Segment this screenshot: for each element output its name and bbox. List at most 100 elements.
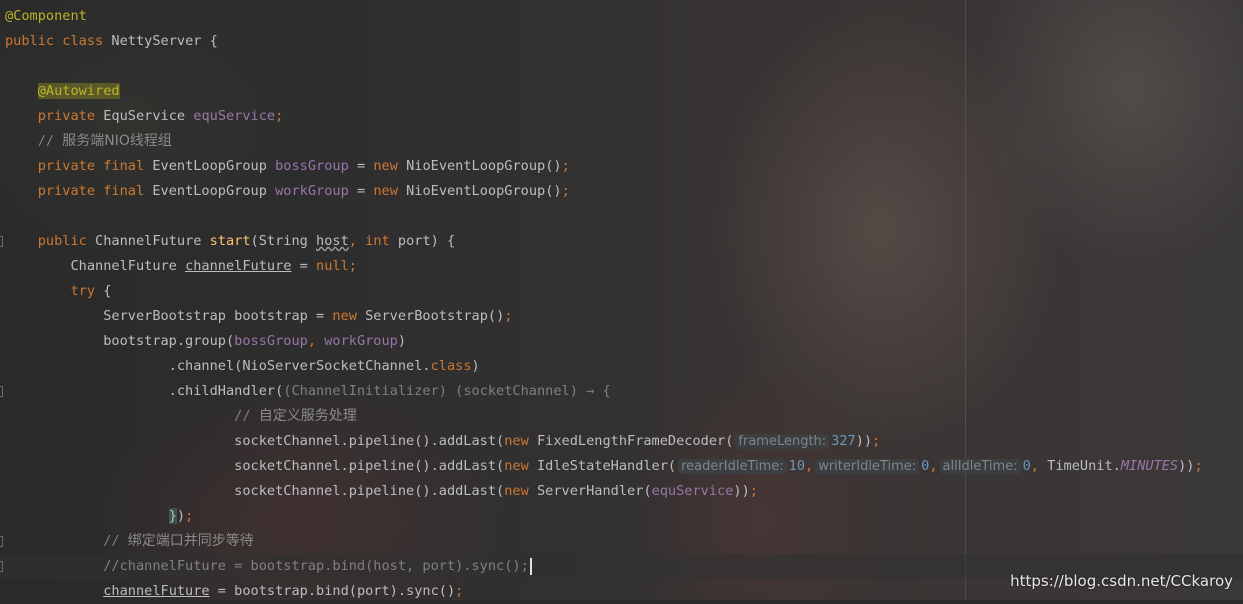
code-token: , — [348, 233, 366, 249]
code-line[interactable]: private final EventLoopGroup workGroup =… — [0, 179, 1243, 204]
code-token: 10 — [788, 458, 806, 474]
code-token: ; — [561, 158, 570, 174]
fold-marker-icon[interactable] — [0, 536, 3, 547]
code-token: IdleStateHandler( — [536, 458, 677, 474]
code-token: = bootstrap.bind(port).sync() — [209, 583, 456, 599]
parameter-hint: readerIdleTime: — [678, 459, 787, 474]
code-token: start — [209, 233, 251, 249]
code-token: int — [365, 233, 398, 249]
code-line[interactable]: // 绑定端口并同步等待 — [0, 529, 1243, 554]
text-caret — [529, 557, 532, 575]
code-token: null — [316, 258, 349, 274]
code-token: (ChannelInitializer) (socketChannel) → { — [283, 383, 611, 399]
code-token: EventLoopGroup — [152, 158, 276, 174]
code-token: new — [332, 308, 366, 324]
code-token: bossGroup — [275, 158, 349, 174]
code-token: ) — [471, 358, 480, 374]
code-token: ; — [872, 433, 881, 449]
parameter-hint: writerIdleTime: — [815, 459, 920, 474]
code-token: )) — [1178, 458, 1195, 474]
code-token: workGroup — [324, 333, 398, 349]
code-token: @Component — [5, 8, 87, 24]
code-token: // — [5, 533, 128, 549]
code-token: host — [316, 233, 349, 249]
code-token: @Autowired — [37, 83, 120, 99]
code-token: private final — [37, 158, 153, 174]
code-token: , — [1030, 458, 1048, 474]
code-token: public — [37, 233, 96, 249]
code-token: .childHandler( — [5, 383, 284, 399]
code-token: bootstrap.group( — [5, 333, 235, 349]
code-token: = — [291, 258, 317, 274]
code-token: , — [929, 458, 938, 474]
code-line[interactable]: @Component — [0, 4, 1243, 29]
code-token: socketChannel.pipeline().addLast( — [5, 433, 505, 449]
code-token: channelFuture — [185, 258, 292, 274]
code-token: socketChannel.pipeline().addLast( — [5, 458, 505, 474]
code-token: ; — [1194, 458, 1203, 474]
code-line[interactable]: try { — [0, 279, 1243, 304]
code-line[interactable]: @Autowired — [0, 79, 1243, 104]
code-line[interactable]: public class NettyServer { — [0, 29, 1243, 54]
code-token: )) — [855, 433, 873, 449]
code-token: = — [348, 158, 374, 174]
code-token: NioEventLoopGroup() — [406, 183, 562, 199]
code-token: port) { — [397, 233, 456, 249]
code-token: MINUTES — [1120, 458, 1179, 474]
fold-marker-icon[interactable] — [0, 236, 3, 247]
code-token: ; — [561, 183, 570, 199]
code-token: ) — [176, 508, 186, 524]
code-line[interactable]: private EquService equService; — [0, 104, 1243, 129]
code-token: private final — [37, 183, 153, 199]
code-token: .channel(NioServerSocketChannel. — [5, 358, 431, 374]
code-token: equService — [193, 108, 276, 124]
code-line[interactable]: private final EventLoopGroup bossGroup =… — [0, 154, 1243, 179]
fold-marker-icon[interactable] — [0, 386, 3, 397]
fold-marker-icon[interactable] — [0, 561, 3, 572]
code-token: try — [70, 283, 104, 299]
code-token: ) — [397, 333, 407, 349]
code-line[interactable]: public ChannelFuture start(String host, … — [0, 229, 1243, 254]
code-token: ; — [504, 308, 513, 324]
parameter-hint: allIdleTime: — [939, 459, 1021, 474]
code-token: , — [805, 458, 814, 474]
code-token: ChannelFuture — [5, 258, 186, 274]
code-token: 0 — [1022, 458, 1031, 474]
code-token: ; — [348, 258, 357, 274]
code-line[interactable]: // 服务端NIO线程组 — [0, 129, 1243, 154]
code-editor[interactable]: @Component public class NettyServer { @Au… — [0, 4, 1243, 604]
code-token: 自定义服务处理 — [258, 408, 357, 424]
code-line[interactable]: }); — [0, 504, 1243, 529]
code-line[interactable]: ServerBootstrap bootstrap = new ServerBo… — [0, 304, 1243, 329]
code-token: ServerHandler( — [536, 483, 652, 499]
code-line[interactable]: socketChannel.pipeline().addLast(new Fix… — [0, 429, 1243, 454]
code-line[interactable] — [0, 204, 1243, 229]
watermark-url: https://blog.csdn.net/CCkaroy — [1010, 572, 1233, 590]
code-token: new — [504, 433, 537, 449]
code-line[interactable]: .channel(NioServerSocketChannel.class) — [0, 354, 1243, 379]
code-token: ; — [455, 583, 464, 599]
code-line[interactable]: socketChannel.pipeline().addLast(new Idl… — [0, 454, 1243, 479]
code-token: ; — [275, 108, 284, 124]
code-token: ChannelFuture — [95, 233, 210, 249]
code-token: NettyServer { — [111, 33, 218, 49]
code-line[interactable]: .childHandler((ChannelInitializer) (sock… — [0, 379, 1243, 404]
code-token: new — [373, 158, 407, 174]
code-line[interactable]: bootstrap.group(bossGroup, workGroup) — [0, 329, 1243, 354]
code-line[interactable]: socketChannel.pipeline().addLast(new Ser… — [0, 479, 1243, 504]
code-token: private — [37, 108, 104, 124]
code-token: public class — [5, 33, 112, 49]
code-token: // — [5, 133, 63, 149]
code-token: equService — [651, 483, 734, 499]
code-token: EventLoopGroup — [152, 183, 276, 199]
code-line[interactable] — [0, 54, 1243, 79]
code-line[interactable]: ChannelFuture channelFuture = null; — [0, 254, 1243, 279]
code-token: EquService — [103, 108, 194, 124]
code-token: )) — [733, 483, 750, 499]
code-line[interactable]: // 自定义服务处理 — [0, 404, 1243, 429]
